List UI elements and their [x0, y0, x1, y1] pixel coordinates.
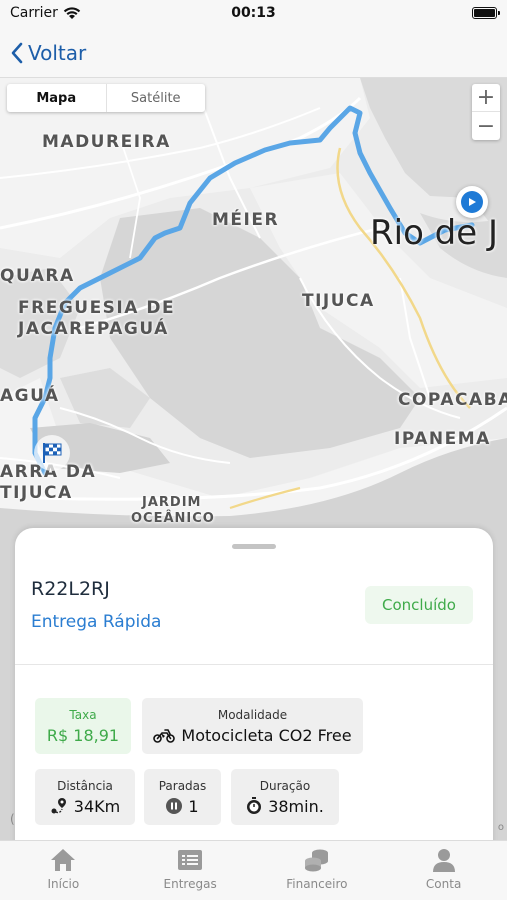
route-pin-icon	[51, 798, 66, 814]
tab-inicio[interactable]: Início	[0, 841, 127, 900]
zoom-in-button[interactable]: +	[472, 84, 500, 112]
map-label-freguesia-1: FREGUESIA DE	[18, 298, 176, 318]
divider	[15, 664, 493, 665]
order-details-sheet: R22L2RJ Entrega Rápida Concluído Taxa R$…	[15, 528, 493, 848]
route-start-marker[interactable]	[456, 186, 488, 218]
clock: 00:13	[231, 5, 276, 21]
map-type-satellite-button[interactable]: Satélite	[107, 84, 206, 112]
back-label: Voltar	[28, 41, 87, 65]
map-label-tijuca: TIJUCA	[302, 291, 375, 311]
distance-label: Distância	[57, 778, 113, 793]
duration-label: Duração	[259, 778, 311, 793]
map-label-quara: QUARA	[0, 266, 75, 286]
tab-label-inicio: Início	[47, 877, 80, 891]
status-badge: Concluído	[365, 586, 473, 624]
tab-label-entregas: Entregas	[163, 877, 217, 891]
map-label-madureira: MADUREIRA	[42, 132, 171, 152]
play-icon	[461, 191, 483, 213]
stops-label: Paradas	[158, 778, 207, 793]
tab-financeiro[interactable]: Financeiro	[254, 841, 381, 900]
motorcycle-icon	[153, 729, 176, 743]
coins-icon	[304, 849, 328, 872]
checkered-flag-icon	[43, 443, 62, 463]
stops-value: 1	[188, 796, 199, 816]
map-label-barra-2: TIJUCA	[0, 483, 73, 503]
tab-label-financeiro: Financeiro	[286, 877, 348, 891]
map-attribution-mark: o	[497, 822, 504, 833]
order-type: Entrega Rápida	[31, 612, 162, 632]
zoom-out-button[interactable]: −	[472, 112, 500, 140]
chevron-left-icon	[11, 42, 23, 64]
tab-entregas[interactable]: Entregas	[127, 841, 254, 900]
zoom-controls: + −	[472, 84, 500, 140]
map-label-copacabana: COPACABA	[398, 390, 507, 410]
navigation-bar: Voltar	[0, 30, 507, 78]
stopwatch-icon	[247, 797, 262, 814]
fee-box: Taxa R$ 18,91	[35, 698, 131, 754]
status-bar: Carrier 00:13	[0, 0, 507, 30]
stops-box: Paradas 1	[144, 769, 221, 825]
map-legal-mark: (	[10, 812, 15, 826]
map-label-freguesia-2: JACAREPAGUÁ	[18, 319, 169, 339]
modality-value: Motocicleta CO2 Free	[181, 725, 352, 745]
tab-conta[interactable]: Conta	[380, 841, 507, 900]
tab-bar: Início Entregas Financeiro Conta	[0, 840, 507, 900]
map-label-ipanema: IPANEMA	[394, 429, 491, 449]
list-icon	[178, 850, 203, 870]
distance-box: Distância 34Km	[35, 769, 135, 825]
modality-label: Modalidade	[217, 707, 288, 722]
home-icon	[51, 849, 76, 871]
fee-value: R$ 18,91	[46, 725, 120, 745]
map-label-jardim-1: JARDIM	[142, 495, 202, 510]
pause-icon	[166, 798, 183, 814]
user-icon	[432, 849, 455, 872]
map-label-meier: MÉIER	[212, 210, 280, 230]
distance-value: 34Km	[73, 796, 121, 816]
map-label-agua: AGUÁ	[0, 386, 60, 406]
tab-label-conta: Conta	[425, 877, 462, 891]
battery-icon	[472, 7, 500, 19]
route-end-marker[interactable]	[34, 435, 70, 471]
sheet-drag-handle[interactable]	[232, 544, 276, 549]
map-type-toggle: Mapa Satélite	[7, 84, 205, 112]
duration-value: 38min.	[268, 796, 324, 816]
map-label-rio: Rio de J	[370, 213, 499, 253]
fee-label: Taxa	[69, 707, 97, 722]
modality-box: Modalidade Motocicleta CO2 Free	[142, 698, 363, 754]
map-label-jardim-2: OCEÂNICO	[131, 511, 215, 526]
order-code: R22L2RJ	[31, 578, 110, 600]
back-button[interactable]: Voltar	[10, 38, 86, 68]
duration-box: Duração 38min.	[231, 769, 339, 825]
map-type-map-button[interactable]: Mapa	[7, 84, 107, 112]
